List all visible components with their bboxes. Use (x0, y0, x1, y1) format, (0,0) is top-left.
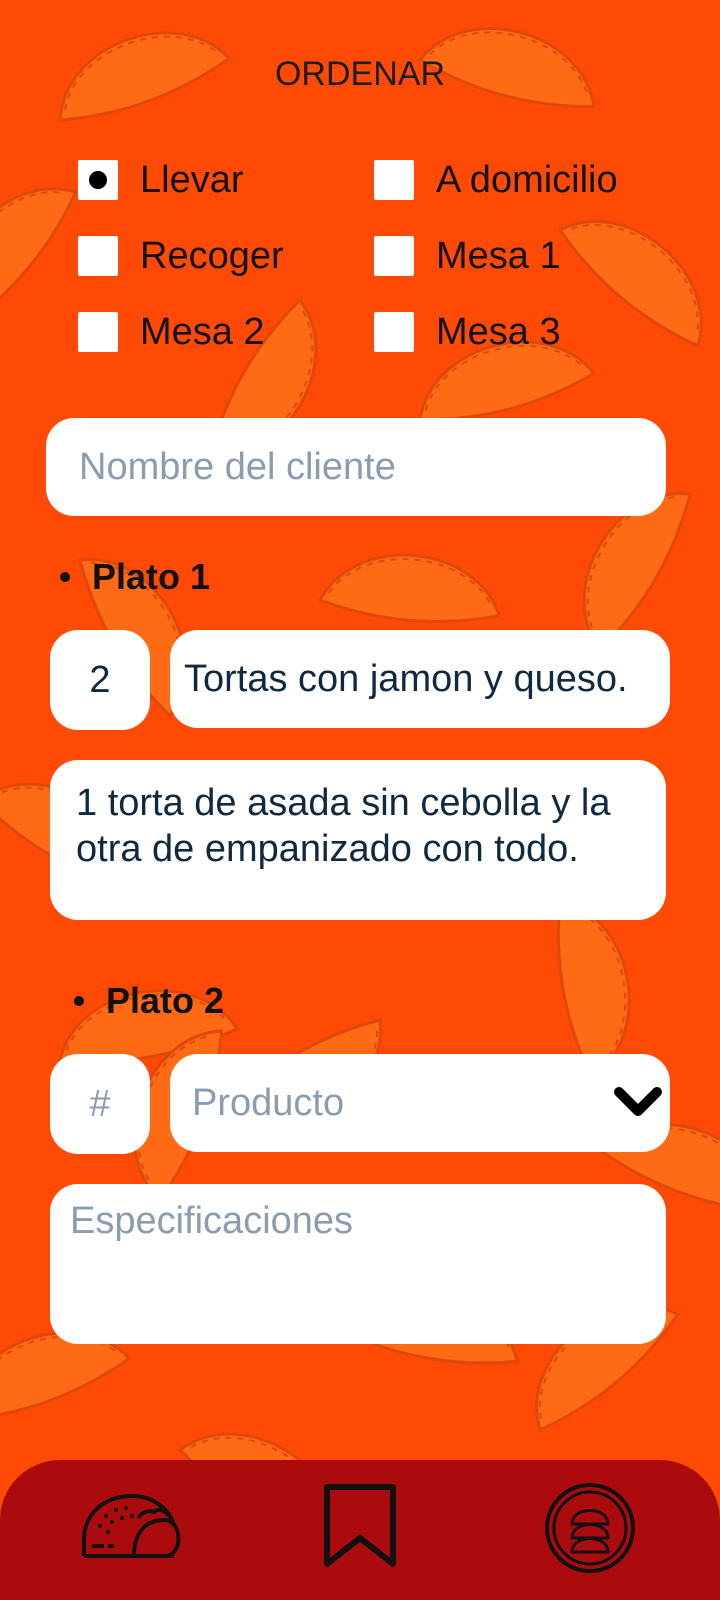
option-recoger[interactable]: Recoger (78, 234, 284, 277)
customer-name-placeholder: Nombre del cliente (79, 445, 396, 488)
plato-2-label: Plato 2 (106, 980, 225, 1021)
checkbox-a-domicilio[interactable] (374, 160, 414, 200)
option-mesa-2[interactable]: Mesa 2 (78, 310, 265, 353)
nav-orders-button[interactable] (544, 1482, 636, 1578)
plato-1-heading: Plato 1 (60, 556, 210, 598)
bullet-icon (74, 996, 84, 1006)
taco-icon (82, 1493, 181, 1558)
plato-2-product-placeholder: Producto (192, 1081, 345, 1124)
plato-2-specifications-input[interactable]: Especificaciones (50, 1184, 666, 1344)
stacked-tacos-icon (545, 1483, 635, 1573)
option-label: A domicilio (436, 158, 618, 201)
plato-1-quantity: 2 (89, 658, 111, 701)
option-label: Llevar (140, 158, 244, 201)
option-label: Recoger (140, 234, 284, 277)
option-label: Mesa 1 (436, 234, 561, 277)
plato-1-quantity-input[interactable]: 2 (50, 630, 150, 730)
checkbox-mesa-1[interactable] (374, 236, 414, 276)
chevron-down-icon[interactable] (614, 1085, 662, 1121)
plato-2-quantity-input[interactable]: # (50, 1054, 150, 1154)
plato-2-product-select[interactable]: Producto (170, 1054, 670, 1152)
option-label: Mesa 3 (436, 310, 561, 353)
option-mesa-3[interactable]: Mesa 3 (374, 310, 561, 353)
checkbox-mesa-3[interactable] (374, 312, 414, 352)
bottom-navigation (0, 1460, 720, 1600)
plato-1-product-input[interactable]: Tortas con jamon y queso. (170, 630, 670, 728)
plato-1-product: Tortas con jamon y queso. (184, 657, 628, 700)
option-mesa-1[interactable]: Mesa 1 (374, 234, 561, 277)
nav-bookmark-button[interactable] (322, 1482, 398, 1574)
plato-1-spec-line-1: 1 torta de asada sin cebolla y la (76, 782, 611, 824)
selected-dot-icon (89, 171, 107, 189)
option-llevar[interactable]: Llevar (78, 158, 244, 201)
option-a-domicilio[interactable]: A domicilio (374, 158, 618, 201)
bullet-icon (60, 572, 70, 582)
bookmark-icon (324, 1484, 396, 1567)
customer-name-input[interactable]: Nombre del cliente (46, 418, 666, 516)
option-label: Mesa 2 (140, 310, 265, 353)
checkbox-llevar[interactable] (78, 160, 118, 200)
plato-1-spec-line-2: otra de empanizado con todo. (76, 828, 579, 870)
page-title: ORDENAR (274, 55, 446, 93)
nav-taco-button[interactable] (78, 1490, 182, 1564)
plato-2-specifications-placeholder: Especificaciones (70, 1200, 354, 1242)
plato-1-specifications-input[interactable]: 1 torta de asada sin cebolla y la otra d… (50, 760, 666, 920)
plato-1-label: Plato 1 (92, 556, 211, 597)
plato-2-heading: Plato 2 (74, 980, 224, 1022)
checkbox-recoger[interactable] (78, 236, 118, 276)
checkbox-mesa-2[interactable] (78, 312, 118, 352)
plato-2-quantity-placeholder: # (89, 1082, 111, 1125)
